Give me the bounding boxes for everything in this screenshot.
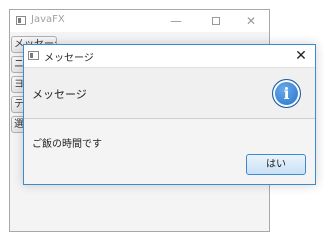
dialog-titlebar: メッセージ ✕	[24, 45, 315, 67]
dialog-header-text: メッセージ	[32, 88, 87, 101]
information-icon: i	[272, 79, 301, 108]
main-window-title: JavaFX	[31, 14, 65, 25]
close-icon[interactable]: ✕	[239, 12, 263, 30]
maximize-icon[interactable]	[204, 12, 228, 30]
main-titlebar: JavaFX — ✕	[10, 10, 269, 32]
dialog-app-icon	[28, 51, 39, 60]
dialog-header: メッセージ i	[24, 67, 315, 119]
ok-button[interactable]: はい	[246, 154, 306, 175]
dialog-title: メッセージ	[44, 53, 94, 64]
message-dialog: メッセージ ✕ メッセージ i ご飯の時間です はい	[23, 44, 316, 185]
dialog-close-icon[interactable]: ✕	[291, 47, 311, 65]
dialog-message: ご飯の時間です	[32, 139, 102, 150]
dialog-content: ご飯の時間です はい	[24, 119, 315, 184]
app-icon	[16, 16, 26, 25]
minimize-icon[interactable]: —	[164, 12, 188, 30]
